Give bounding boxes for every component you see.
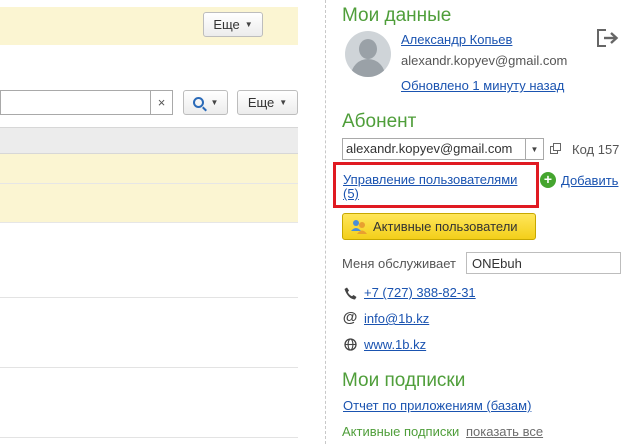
account-code: Код 157 — [572, 142, 620, 157]
avatar — [345, 31, 391, 77]
my-data-heading: Мои данные — [342, 5, 452, 26]
apps-report-link[interactable]: Отчет по приложениям (базам) — [343, 398, 531, 413]
user-name-link[interactable]: Александр Копьев — [401, 32, 512, 47]
table-row[interactable] — [0, 184, 298, 223]
active-users-label: Активные пользователи — [373, 219, 518, 234]
phone-icon — [343, 286, 357, 300]
search-input[interactable] — [0, 90, 150, 115]
search-icon — [192, 97, 204, 108]
active-subscriptions-label: Активные подписки — [342, 424, 460, 439]
email-contact-link[interactable]: info@1b.kz — [364, 311, 429, 326]
chevron-down-icon: ▼ — [210, 98, 219, 107]
phone-link[interactable]: +7 (727) 388-82-31 — [364, 285, 476, 300]
row-divider — [0, 367, 298, 368]
more-button-search-label: Еще — [247, 95, 275, 110]
search-button[interactable]: ▼ — [183, 90, 228, 115]
row-divider — [0, 297, 298, 298]
updated-link[interactable]: Обновлено 1 минуту назад — [401, 78, 564, 93]
show-all-link[interactable]: показать все — [466, 424, 543, 439]
manage-users-count[interactable]: (5) — [343, 186, 359, 201]
logout-icon[interactable] — [597, 29, 619, 47]
user-email: alexandr.kopyev@gmail.com — [401, 53, 568, 68]
chevron-down-icon: ▼ — [244, 20, 253, 29]
users-icon — [351, 220, 367, 234]
more-button-search[interactable]: Еще ▼ — [237, 90, 298, 115]
account-select[interactable]: alexandr.kopyev@gmail.com — [342, 138, 526, 160]
my-subscriptions-heading: Мои подписки — [342, 370, 466, 391]
more-button-top-label: Еще — [213, 17, 240, 32]
active-users-button[interactable]: Активные пользователи — [342, 213, 536, 240]
chevron-down-icon: ▼ — [530, 144, 539, 154]
app-root: Еще ▼ × ▼ Еще ▼ Мои данные Александр Коп… — [0, 0, 633, 444]
chevron-down-icon: ▼ — [279, 98, 288, 107]
plus-icon[interactable]: + — [540, 172, 556, 188]
more-button-top[interactable]: Еще ▼ — [203, 12, 263, 37]
list-pane: Еще ▼ × ▼ Еще ▼ — [0, 0, 325, 444]
add-user-link[interactable]: Добавить — [561, 173, 618, 188]
pane-divider — [325, 0, 326, 444]
globe-icon — [343, 337, 357, 351]
table-header — [0, 127, 298, 154]
open-account-button[interactable] — [546, 138, 566, 160]
open-window-icon — [550, 143, 561, 154]
served-by-label: Меня обслуживает — [342, 256, 456, 271]
served-by-field: ONEbuh — [466, 252, 621, 274]
close-icon: × — [157, 95, 166, 110]
clear-search-button[interactable]: × — [150, 90, 173, 115]
row-divider — [0, 437, 298, 438]
account-dropdown-button[interactable]: ▼ — [525, 138, 544, 160]
website-link[interactable]: www.1b.kz — [364, 337, 426, 352]
subscriber-heading: Абонент — [342, 111, 417, 132]
at-icon: @ — [342, 308, 358, 326]
table-row[interactable] — [0, 154, 298, 184]
manage-users-link[interactable]: Управление пользователями — [343, 172, 517, 187]
